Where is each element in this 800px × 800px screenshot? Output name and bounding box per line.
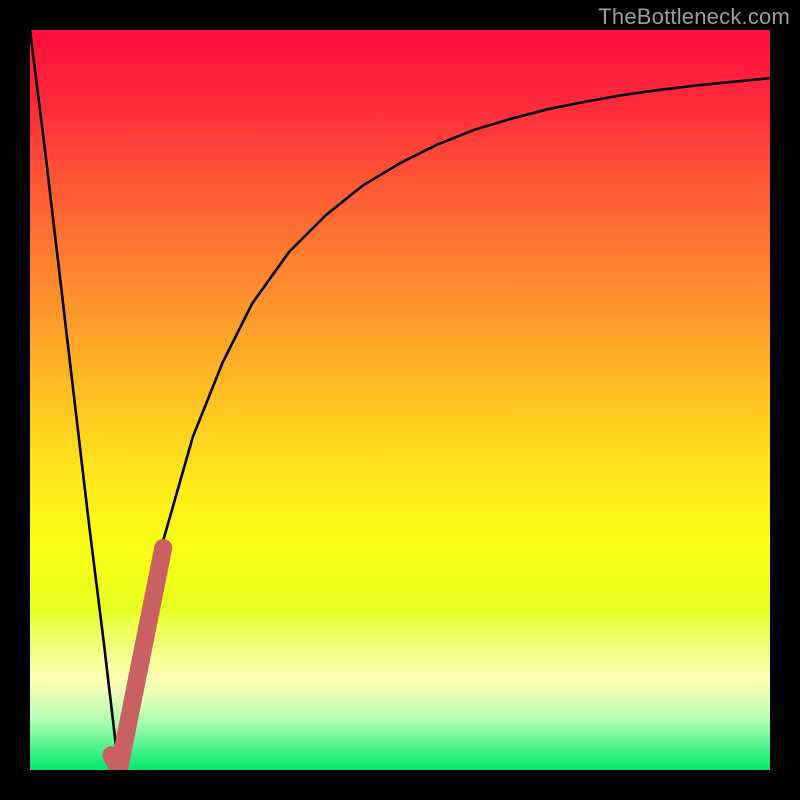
left-curve xyxy=(30,30,119,770)
curve-layer xyxy=(30,30,770,770)
chart-frame: TheBottleneck.com xyxy=(0,0,800,800)
watermark-text: TheBottleneck.com xyxy=(598,4,790,30)
right-curve xyxy=(119,78,770,770)
plot-area xyxy=(30,30,770,770)
highlight-segment xyxy=(111,548,163,770)
